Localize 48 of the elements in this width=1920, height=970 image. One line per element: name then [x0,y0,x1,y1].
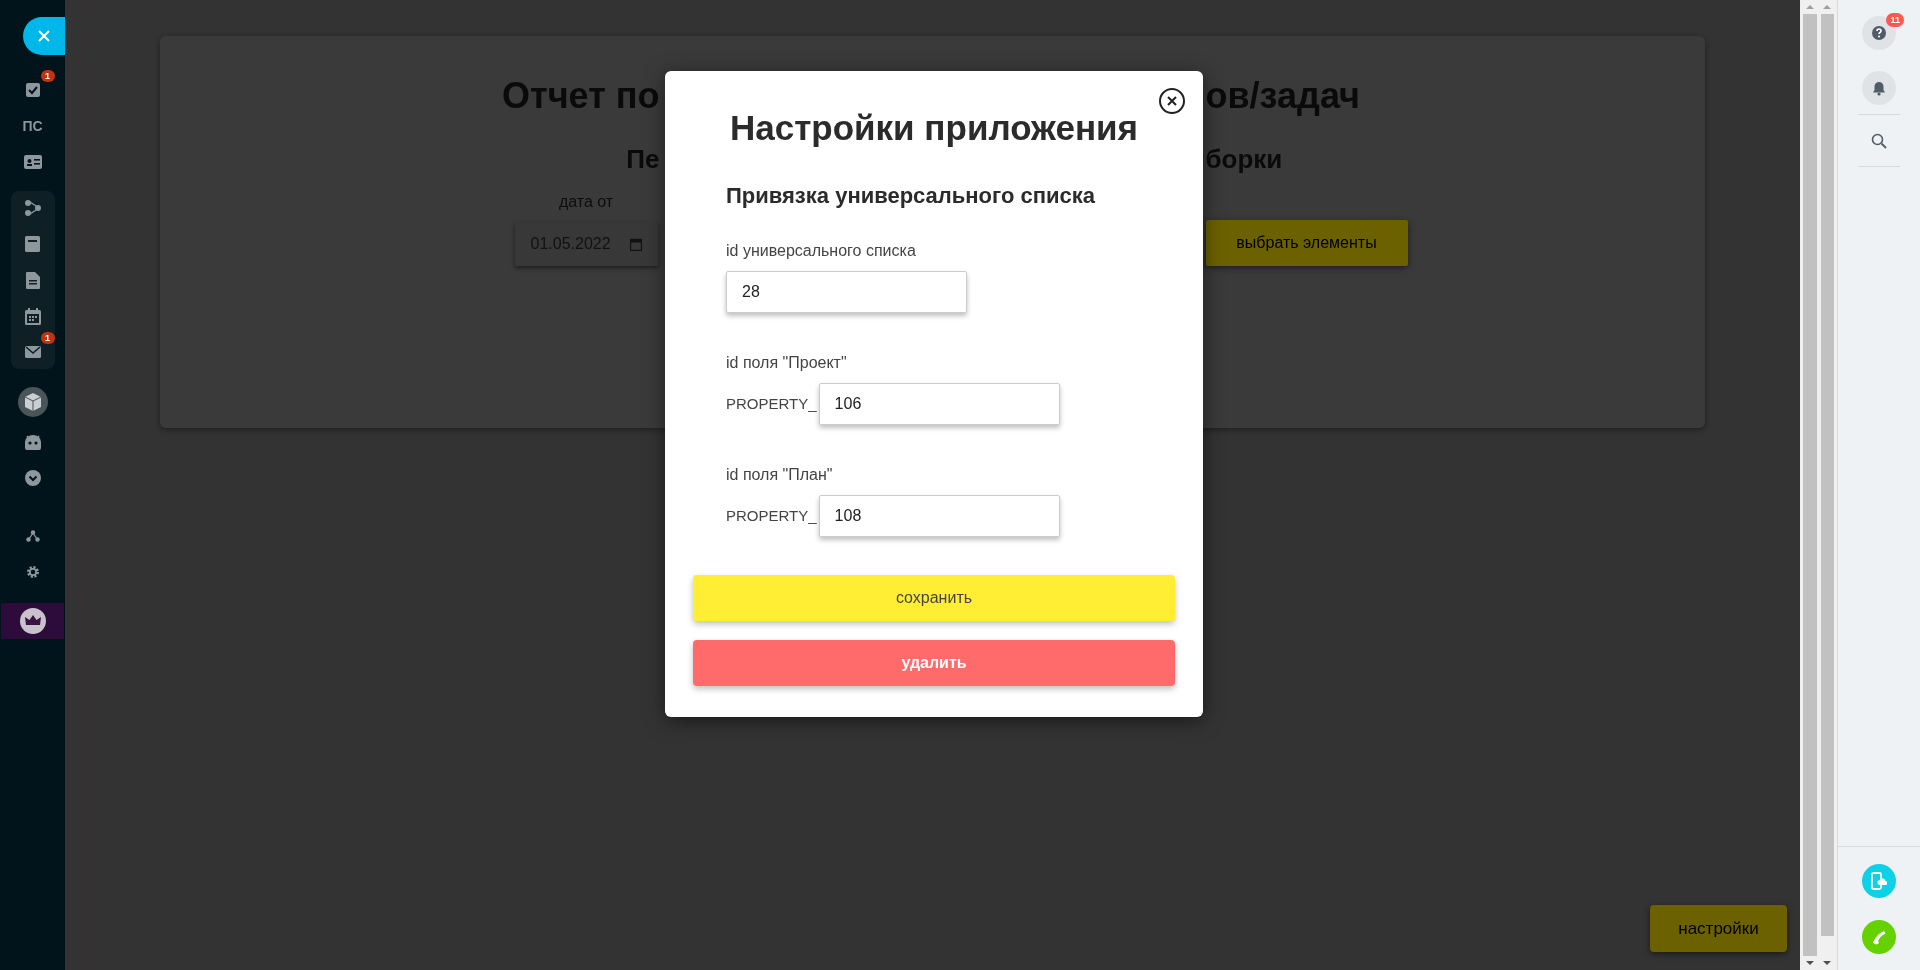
select-elements-button[interactable]: выбрать элементы [1205,220,1408,266]
sidebar-item[interactable]: ПС [22,115,43,137]
notifications-button[interactable] [1862,71,1896,105]
input-field[interactable]: 28 [726,271,967,313]
document-icon [25,271,40,289]
envelope-icon [24,346,41,358]
badge: 11 [1886,13,1904,27]
field-label: id поля "План" [726,465,834,485]
field-prefix: PROPERTY_ [726,393,817,414]
badge: 1 [40,332,55,344]
sidebar-item[interactable] [24,467,41,489]
checkbox-icon [24,82,41,98]
calendar-icon [629,237,642,251]
badge: 1 [40,70,55,82]
id-card-icon [23,155,42,169]
search-icon [1871,133,1887,149]
robot-icon [22,434,43,450]
calendar-icon [24,307,41,325]
input-field[interactable]: 106 [818,383,1060,425]
sidebar-item[interactable] [25,233,40,255]
section-title: Привязка универсального списка [726,182,1096,210]
field-prefix: PROPERTY_ [726,505,817,526]
sidebar-item[interactable] [23,197,42,219]
bell-icon [1872,80,1886,96]
card-icon [25,236,40,252]
close-icon [38,30,50,42]
dialog-title: Настройки приложения [730,107,1138,149]
sidebar-item[interactable] [24,305,41,327]
chevron-down-icon [24,470,41,486]
sidebar-item[interactable] [1,603,64,639]
handset-icon [1870,928,1888,946]
save-button[interactable]: сохранить [693,575,1175,621]
field-label: id поля "Проект" [726,353,848,373]
settings-button[interactable]: настройки [1650,905,1787,952]
settings-icon [25,565,40,579]
network-icon [25,530,40,542]
crown-icon [19,608,46,634]
close-button[interactable] [1159,88,1185,114]
close-icon [1167,96,1177,106]
cube-icon [24,393,41,411]
phone-icon [1871,872,1887,890]
field-label: id универсального списка [726,241,917,261]
close-button[interactable] [23,17,65,55]
input-field[interactable]: 108 [818,495,1060,537]
sidebar-item[interactable] [17,387,48,417]
nodes-icon [23,199,42,217]
sidebar-item[interactable] [25,269,40,291]
help-icon [1872,26,1886,40]
